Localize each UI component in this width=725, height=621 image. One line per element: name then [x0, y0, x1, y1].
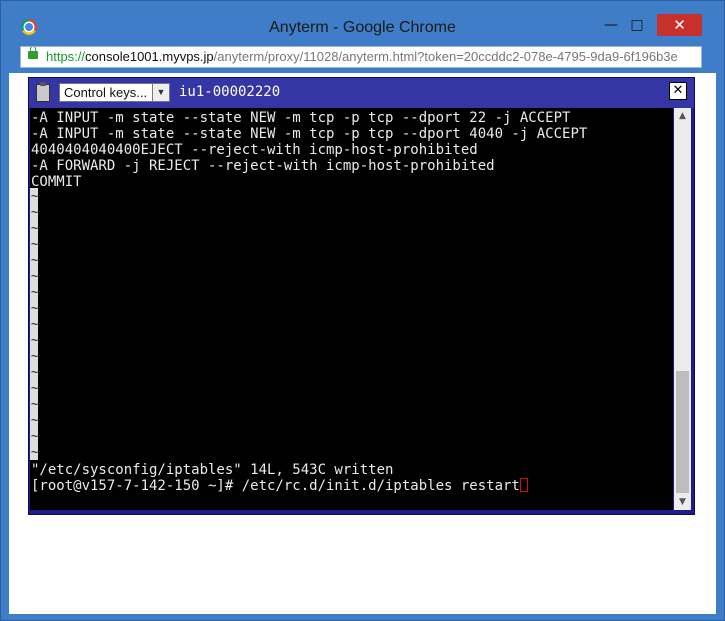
tilde-marker: ~: [31, 397, 39, 411]
tilde-marker: ~: [31, 381, 39, 395]
tilde-marker: ~: [31, 429, 39, 443]
close-button[interactable]: ✕: [657, 14, 702, 36]
terminal-line: COMMIT: [31, 174, 82, 190]
text-cursor: [519, 478, 528, 492]
clipboard-icon[interactable]: [36, 82, 50, 102]
terminal-line: -A INPUT -m state --state NEW -m tcp -p …: [31, 110, 571, 126]
maximize-button[interactable]: □: [625, 14, 649, 36]
scroll-down-icon[interactable]: ▼: [674, 494, 691, 510]
terminal-line: -A FORWARD -j REJECT --reject-with icmp-…: [31, 158, 495, 174]
tilde-marker: ~: [31, 365, 39, 379]
tilde-marker: ~: [31, 269, 39, 283]
tilde-marker: ~: [31, 285, 39, 299]
terminal-screen[interactable]: -A INPUT -m state --state NEW -m tcp -p …: [30, 108, 673, 510]
control-keys-label: Control keys...: [64, 85, 148, 100]
title-bar[interactable]: Anyterm - Google Chrome — □ ✕: [1, 1, 724, 41]
url-path: /anyterm/proxy/11028/anyterm.html?token=…: [213, 49, 678, 64]
tilde-marker: ~: [31, 221, 39, 235]
tilde-marker: ~: [31, 253, 39, 267]
tilde-marker: ~: [31, 413, 39, 427]
tilde-marker: ~: [31, 205, 39, 219]
tilde-marker: ~: [31, 189, 39, 203]
scroll-up-icon[interactable]: ▲: [674, 108, 691, 124]
terminal-line: 4040404040400EJECT --reject-with icmp-ho…: [31, 142, 478, 158]
address-bar[interactable]: https://console1001.myvps.jp/anyterm/pro…: [20, 46, 702, 68]
browser-window: Anyterm - Google Chrome — □ ✕ https://co…: [0, 0, 725, 621]
url-text[interactable]: https://console1001.myvps.jp/anyterm/pro…: [46, 47, 678, 67]
prompt-text: [root@v157-7-142-150 ~]# /etc/rc.d/init.…: [31, 478, 520, 494]
tilde-marker: ~: [31, 445, 39, 459]
control-keys-select[interactable]: Control keys... ▼: [59, 83, 170, 102]
terminal-toolbar[interactable]: Control keys... ▼ iu1-00002220 ✕: [29, 78, 694, 108]
lock-icon: [28, 47, 38, 59]
minimize-button[interactable]: —: [599, 14, 623, 36]
url-host: console1001.myvps.jp: [85, 49, 214, 64]
shell-prompt-line: [root@v157-7-142-150 ~]# /etc/rc.d/init.…: [31, 478, 528, 494]
tilde-marker: ~: [31, 301, 39, 315]
url-scheme: https://: [46, 49, 86, 64]
vim-status-line: "/etc/sysconfig/iptables" 14L, 543C writ…: [31, 462, 394, 478]
chevron-down-icon[interactable]: ▼: [152, 84, 169, 101]
tilde-marker: ~: [31, 333, 39, 347]
terminal-title: iu1-00002220: [179, 84, 281, 100]
terminal-window: Control keys... ▼ iu1-00002220 ✕ -A INPU…: [28, 77, 695, 515]
tilde-marker: ~: [31, 349, 39, 363]
terminal-line: -A INPUT -m state --state NEW -m tcp -p …: [31, 126, 588, 142]
terminal-close-button[interactable]: ✕: [669, 82, 687, 100]
vim-empty-lines: ~ ~ ~ ~ ~ ~ ~ ~ ~ ~ ~ ~ ~ ~ ~ ~ ~: [30, 188, 38, 460]
tilde-marker: ~: [31, 317, 39, 331]
page-content: Control keys... ▼ iu1-00002220 ✕ -A INPU…: [9, 73, 716, 614]
terminal-scrollbar[interactable]: ▲ ▼: [674, 108, 691, 510]
scrollbar-thumb[interactable]: [676, 371, 689, 493]
tilde-marker: ~: [31, 237, 39, 251]
